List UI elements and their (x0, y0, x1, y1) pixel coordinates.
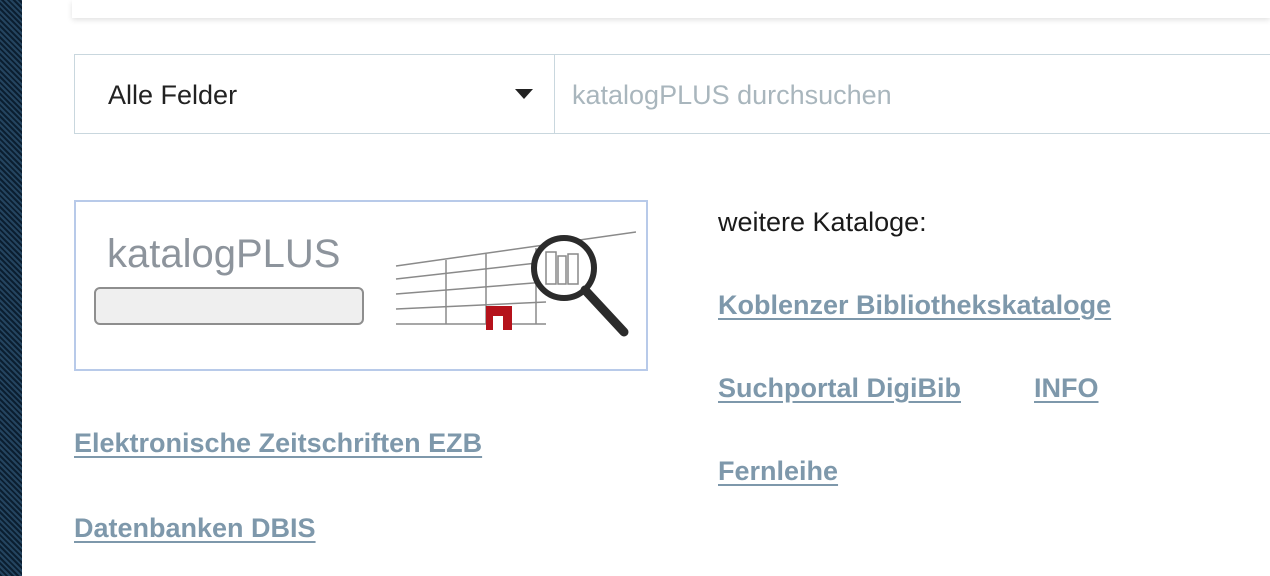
link-ezb[interactable]: Elektronische Zeitschriften EZB (74, 428, 482, 459)
search-field-value: Alle Felder (108, 80, 238, 110)
search-input[interactable] (555, 55, 1270, 135)
top-bar (72, 0, 1270, 18)
link-digibib[interactable]: Suchportal DigiBib (718, 373, 961, 404)
katalogplus-logo-link[interactable]: katalogPLUS (74, 200, 648, 371)
link-fernleihe[interactable]: Fernleihe (718, 456, 838, 487)
chevron-down-icon (515, 89, 533, 99)
link-info[interactable]: INFO (1034, 373, 1099, 404)
logo-text: katalogPLUS (107, 232, 341, 276)
logo-search-bar-graphic (94, 287, 364, 325)
search-field-select[interactable]: Alle Felder (75, 55, 555, 133)
main-panel: Alle Felder katalogPLUS durchsuchen kata… (22, 0, 1270, 576)
search-bar: Alle Felder (74, 54, 1270, 135)
more-catalogs-heading: weitere Kataloge: (718, 207, 927, 237)
link-koblenz-catalogs[interactable]: Koblenzer Bibliothekskataloge (718, 290, 1111, 321)
link-dbis[interactable]: Datenbanken DBIS (74, 513, 316, 544)
magnifier-icon (395, 231, 636, 337)
